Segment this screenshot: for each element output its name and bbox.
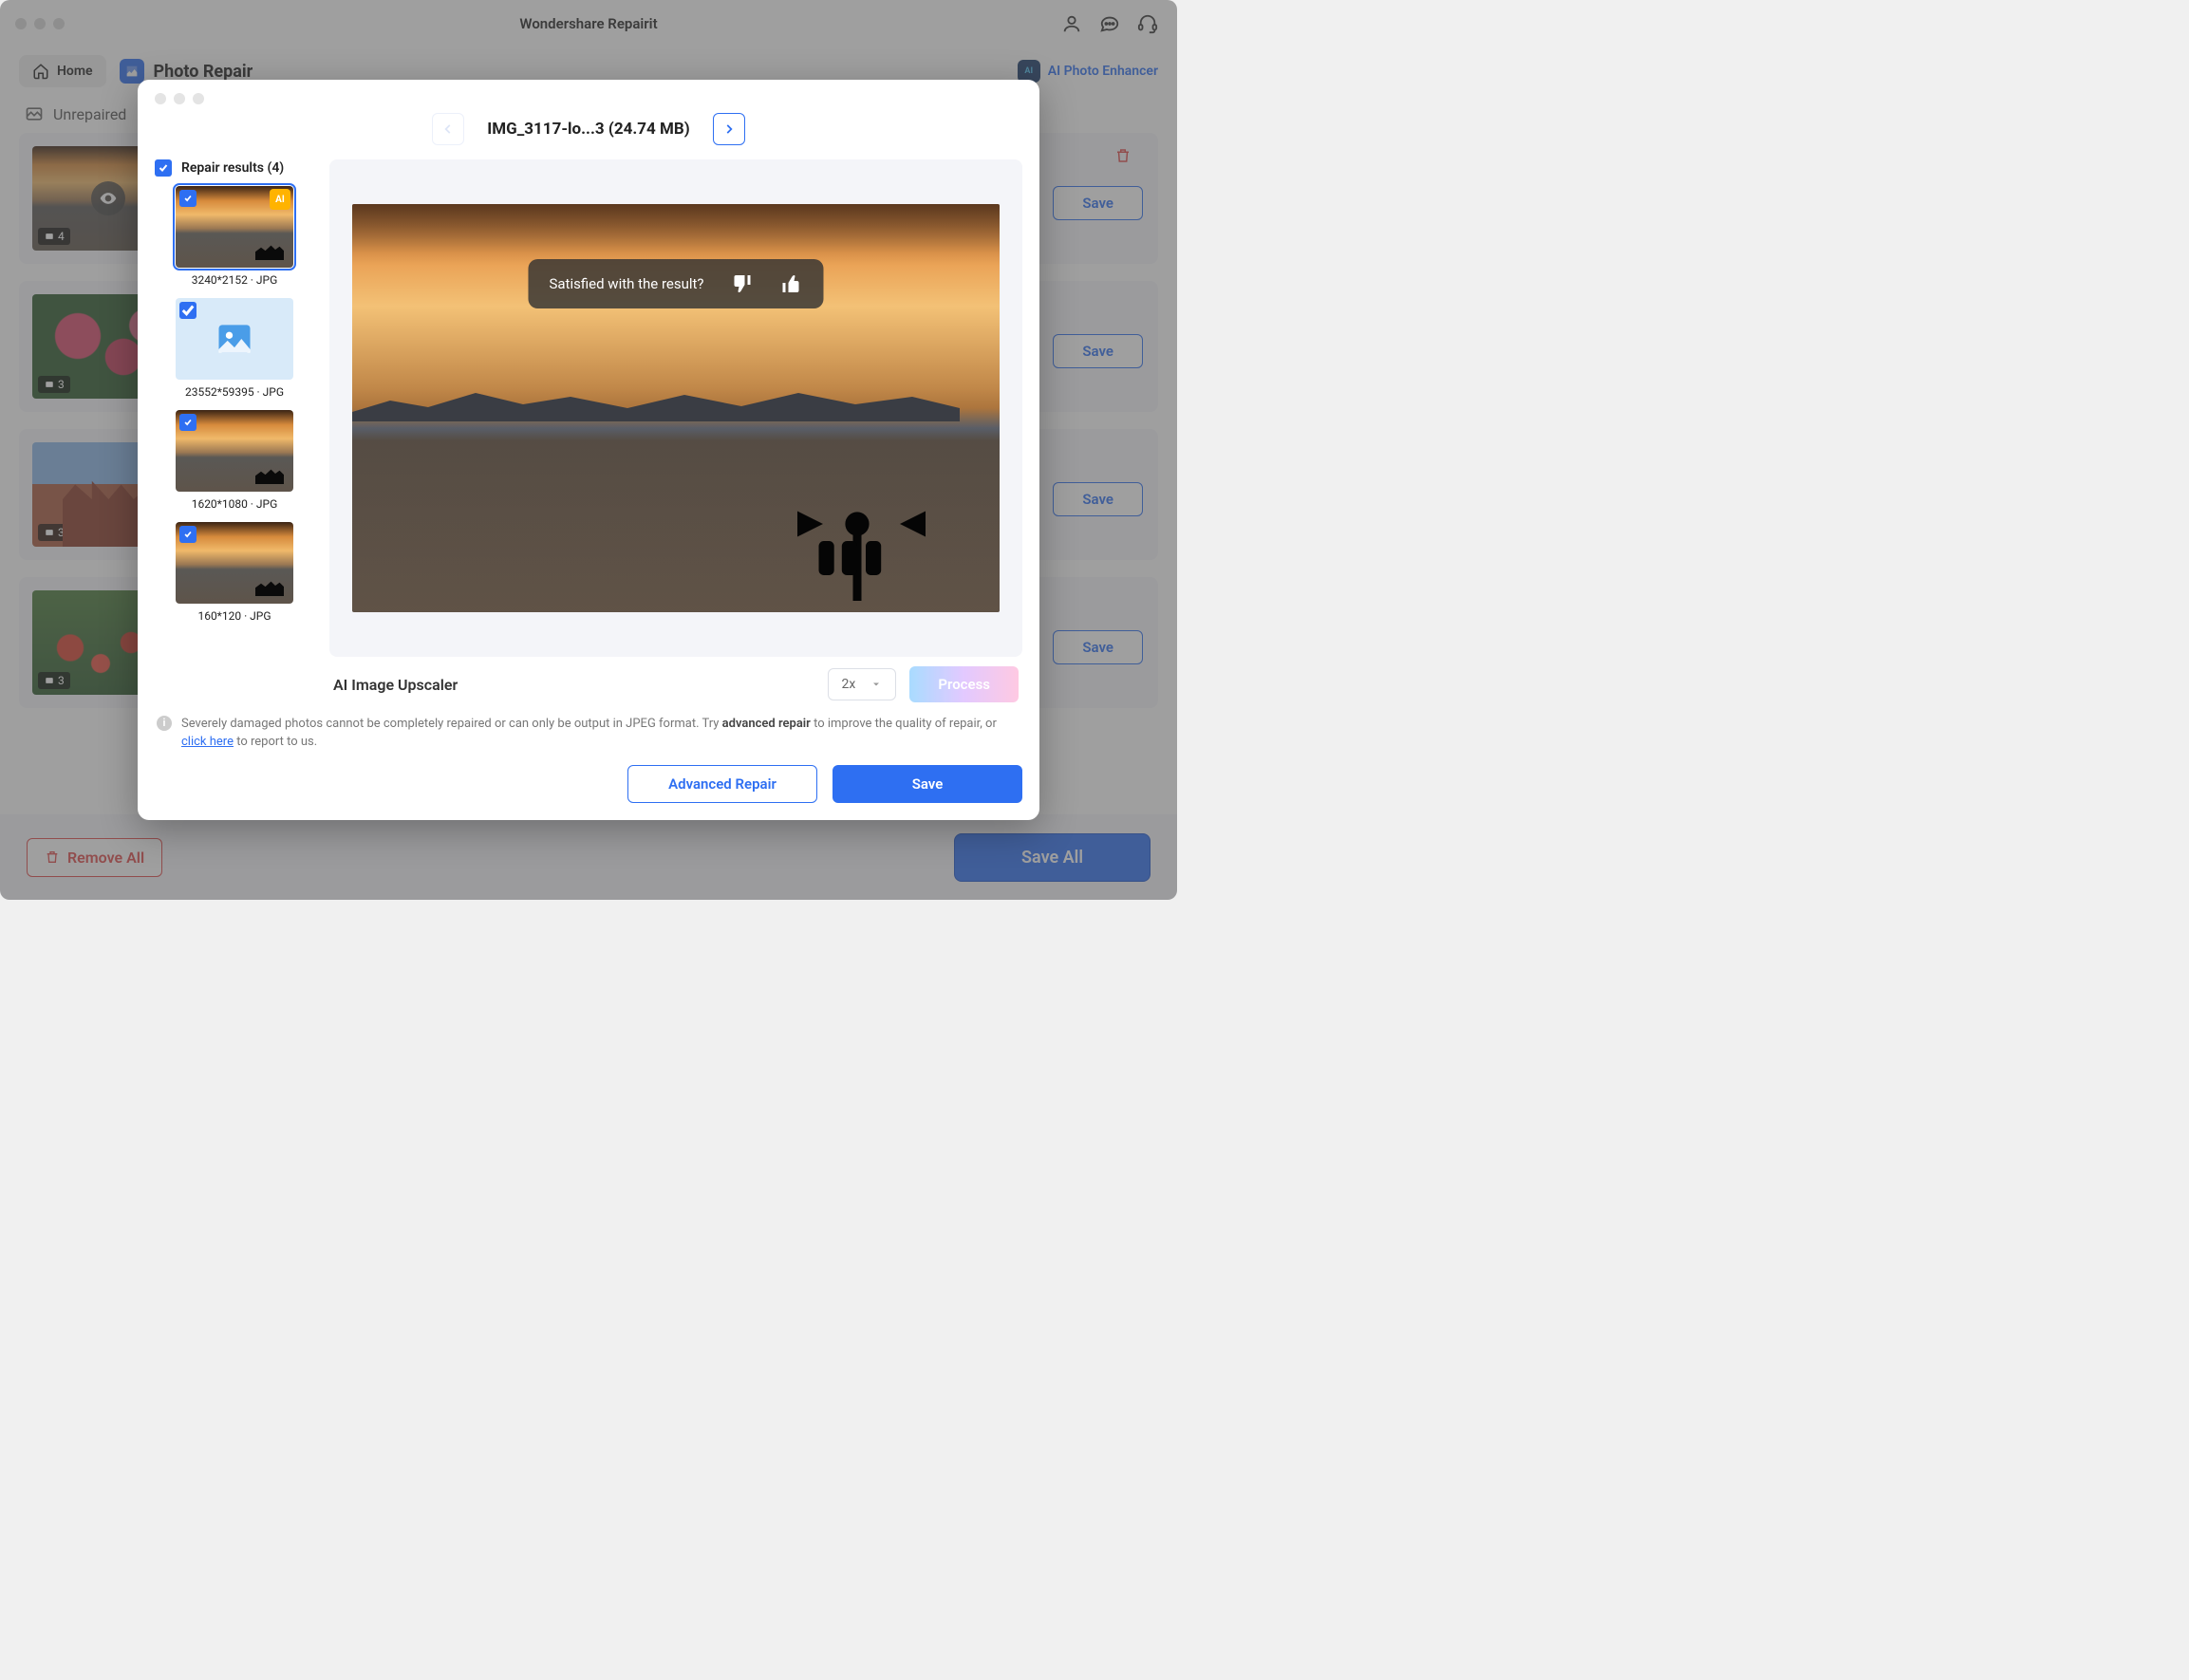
app-window: Wondershare Repairit Home Photo Repair A… xyxy=(0,0,1177,900)
modal-overlay: IMG_3117-lo...3 (24.74 MB) Repair result… xyxy=(0,0,1177,900)
modal-maximize-button[interactable] xyxy=(193,93,204,104)
chevron-left-icon xyxy=(441,122,455,136)
scale-value: 2x xyxy=(842,677,856,692)
result-caption: 23552*59395 · JPG xyxy=(155,385,314,399)
result-item[interactable]: 1620*1080 · JPG xyxy=(155,410,314,511)
process-button[interactable]: Process xyxy=(909,666,1019,702)
result-caption: 160*120 · JPG xyxy=(155,609,314,623)
preview-canvas: Satisfied with the result? xyxy=(329,159,1022,657)
modal-window-controls xyxy=(155,93,1022,104)
prev-button[interactable] xyxy=(432,113,464,145)
preview-file-name: IMG_3117-lo...3 (24.74 MB) xyxy=(487,120,689,139)
ai-tag-icon: AI xyxy=(270,189,290,210)
result-checkbox[interactable] xyxy=(179,526,196,543)
modal-save-button[interactable]: Save xyxy=(833,765,1022,803)
preview-modal: IMG_3117-lo...3 (24.74 MB) Repair result… xyxy=(138,80,1039,820)
image-placeholder-icon xyxy=(214,318,255,360)
results-header: Repair results (4) xyxy=(155,159,314,177)
check-icon xyxy=(158,162,169,174)
advanced-repair-button[interactable]: Advanced Repair xyxy=(627,765,817,803)
select-all-checkbox[interactable] xyxy=(155,159,172,177)
result-checkbox[interactable] xyxy=(179,190,196,207)
result-item[interactable]: AI 3240*2152 · JPG xyxy=(155,186,314,287)
chevron-right-icon xyxy=(722,122,736,136)
thumbs-down-icon[interactable] xyxy=(731,272,754,295)
feedback-question: Satisfied with the result? xyxy=(549,275,703,292)
preview-image: Satisfied with the result? xyxy=(352,204,1000,612)
info-text: Severely damaged photos cannot be comple… xyxy=(181,716,1020,752)
result-item[interactable]: 160*120 · JPG xyxy=(155,522,314,623)
result-checkbox[interactable] xyxy=(179,414,196,431)
modal-minimize-button[interactable] xyxy=(174,93,185,104)
result-checkbox[interactable] xyxy=(179,302,196,319)
results-pane: Repair results (4) AI 3240*2152 · JPG xyxy=(155,159,314,702)
next-button[interactable] xyxy=(713,113,745,145)
mountains-silhouette xyxy=(352,383,960,421)
feedback-bar: Satisfied with the result? xyxy=(528,259,823,308)
result-thumbnail xyxy=(176,410,293,492)
upscaler-row: AI Image Upscaler 2x Process xyxy=(329,657,1022,702)
upscaler-label: AI Image Upscaler xyxy=(333,676,458,694)
result-thumbnail: AI xyxy=(176,186,293,268)
preview-header: IMG_3117-lo...3 (24.74 MB) xyxy=(155,110,1022,148)
result-thumbnail xyxy=(176,522,293,604)
scale-select[interactable]: 2x xyxy=(828,668,897,700)
result-caption: 1620*1080 · JPG xyxy=(155,497,314,511)
result-item[interactable]: 23552*59395 · JPG xyxy=(155,298,314,399)
weathervane-silhouette xyxy=(772,479,943,603)
modal-close-button[interactable] xyxy=(155,93,166,104)
preview-pane: Satisfied with the result? AI Image Upsc… xyxy=(329,159,1022,702)
report-link[interactable]: click here xyxy=(181,735,234,749)
info-row: i Severely damaged photos cannot be comp… xyxy=(155,702,1022,752)
modal-body: Repair results (4) AI 3240*2152 · JPG xyxy=(155,159,1022,702)
thumbs-up-icon[interactable] xyxy=(780,272,803,295)
chevron-down-icon xyxy=(870,679,882,690)
modal-actions: Advanced Repair Save xyxy=(155,752,1022,803)
result-thumbnail xyxy=(176,298,293,380)
results-header-label: Repair results (4) xyxy=(181,160,284,176)
result-caption: 3240*2152 · JPG xyxy=(155,273,314,287)
info-icon: i xyxy=(157,716,172,731)
